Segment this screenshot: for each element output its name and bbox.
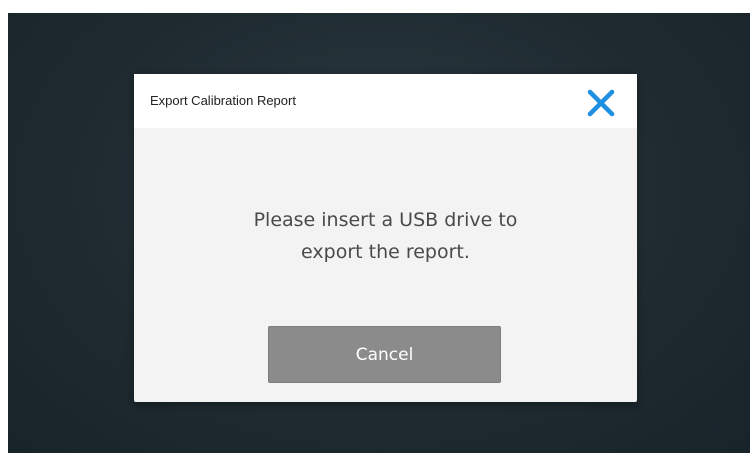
message-line-1: Please insert a USB drive to [253, 209, 518, 231]
screen-frame: Export Calibration Report Please insert … [0, 0, 755, 453]
dialog-message: Please insert a USB drive to export the … [174, 204, 597, 268]
message-line-2: export the report. [301, 241, 470, 263]
close-button[interactable] [582, 84, 620, 122]
close-icon [587, 89, 615, 117]
dialog-title: Export Calibration Report [150, 93, 296, 108]
export-report-dialog: Export Calibration Report Please insert … [134, 74, 637, 402]
dialog-header: Export Calibration Report [134, 74, 637, 128]
dialog-body: Please insert a USB drive to export the … [134, 128, 637, 402]
cancel-button[interactable]: Cancel [268, 326, 501, 383]
